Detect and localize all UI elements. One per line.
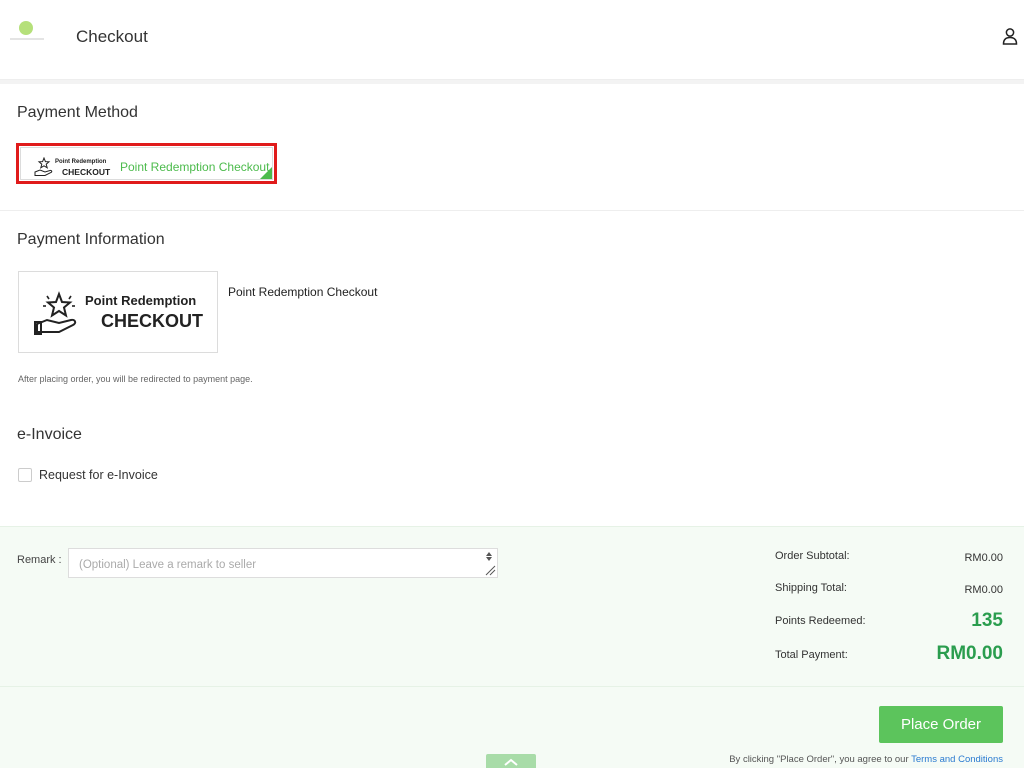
terms-notice: By clicking "Place Order", you agree to … xyxy=(729,754,1003,765)
points-redeemed-value: 135 xyxy=(971,610,1003,631)
payment-information-caption: Point Redemption Checkout xyxy=(228,285,378,299)
terms-prefix: By clicking "Place Order", you agree to … xyxy=(729,754,912,765)
user-icon[interactable] xyxy=(1000,26,1020,46)
brand-logo-icon[interactable] xyxy=(8,18,48,44)
order-subtotal-value: RM0.00 xyxy=(964,552,1003,564)
textarea-resize-handle-icon[interactable] xyxy=(480,548,498,578)
logo-line-2: CHECKOUT xyxy=(62,167,111,177)
total-payment-label: Total Payment: xyxy=(775,649,848,661)
page-title: Checkout xyxy=(76,27,148,46)
einvoice-checkbox[interactable] xyxy=(18,468,32,482)
place-order-button[interactable]: Place Order xyxy=(879,706,1003,743)
points-redeemed-label: Points Redeemed: xyxy=(775,615,866,627)
logo-line-1: Point Redemption xyxy=(55,159,107,165)
redirect-note: After placing order, you will be redirec… xyxy=(18,374,253,384)
payment-information-title: Payment Information xyxy=(17,231,165,248)
einvoice-title: e-Invoice xyxy=(17,426,82,443)
section-divider xyxy=(0,210,1024,211)
point-redemption-logo-small: Point Redemption CHECKOUT xyxy=(33,154,111,180)
remark-input[interactable] xyxy=(68,548,498,578)
selected-check-corner-icon xyxy=(260,167,272,179)
logo-line-1: Point Redemption xyxy=(85,293,197,308)
payment-method-label: Point Redemption Checkout xyxy=(120,160,270,174)
einvoice-checkbox-label[interactable]: Request for e-Invoice xyxy=(39,468,158,482)
payment-method-option-frame: Point Redemption CHECKOUT Point Redempti… xyxy=(20,147,273,180)
payment-method-option-point-redemption[interactable]: Point Redemption CHECKOUT Point Redempti… xyxy=(16,143,277,184)
scroll-to-top-button[interactable] xyxy=(486,754,536,768)
remark-label: Remark : xyxy=(17,554,62,566)
hand-star-icon xyxy=(34,157,53,176)
payment-method-title: Payment Method xyxy=(17,104,138,121)
header: Checkout xyxy=(0,0,1024,80)
shipping-total-value: RM0.00 xyxy=(964,584,1003,596)
shipping-total-label: Shipping Total: xyxy=(775,582,847,594)
order-subtotal-label: Order Subtotal: xyxy=(775,550,850,562)
total-payment-value: RM0.00 xyxy=(936,643,1003,664)
hand-star-icon xyxy=(34,291,77,335)
terms-and-conditions-link[interactable]: Terms and Conditions xyxy=(911,754,1003,765)
chevron-up-icon xyxy=(504,758,518,766)
logo-line-2: CHECKOUT xyxy=(101,311,203,331)
header-divider xyxy=(0,80,1024,84)
point-redemption-logo-large: Point Redemption CHECKOUT xyxy=(18,271,218,353)
